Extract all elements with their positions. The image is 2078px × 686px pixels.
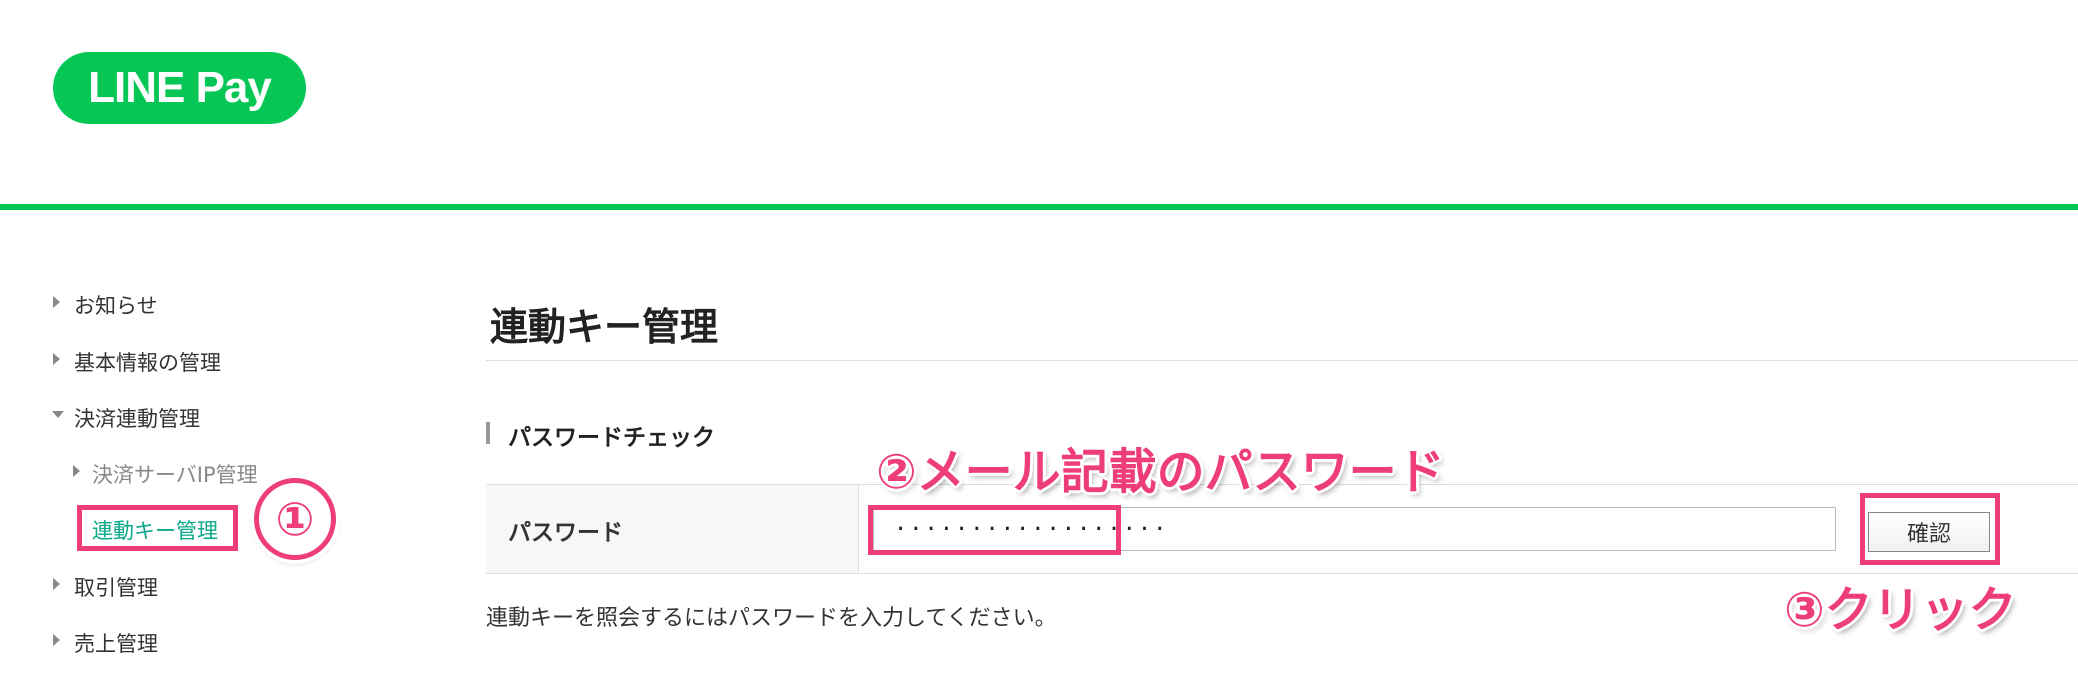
sidebar-item-sales[interactable]: 売上管理 (74, 628, 158, 658)
sidebar-item-basic-info[interactable]: 基本情報の管理 (74, 347, 221, 377)
sidebar: お知らせ 基本情報の管理 決済連動管理 決済サーバIP管理 連動キー管理 取引管… (0, 210, 470, 686)
step1-marker: ① (254, 478, 336, 560)
section-marker (486, 422, 490, 444)
caret-right-icon (53, 353, 60, 365)
caret-right-icon (53, 578, 60, 590)
caret-down-icon (52, 411, 64, 418)
caret-right-icon (53, 634, 60, 646)
caret-right-icon (53, 296, 60, 308)
header: LINE Pay (0, 0, 2078, 204)
sidebar-item-payment-integration[interactable]: 決済連動管理 (74, 403, 200, 433)
step2-highlight (868, 505, 1121, 555)
step2-annotation: ②メール記載のパスワード (876, 444, 1445, 500)
sidebar-item-notices[interactable]: お知らせ (74, 290, 158, 320)
step1-highlight (77, 505, 238, 551)
title-divider (486, 360, 2078, 361)
password-label-cell: パスワード (486, 485, 859, 573)
step3-annotation: ③クリック (1784, 582, 2017, 638)
caret-right-icon (73, 465, 80, 477)
step3-highlight (1860, 493, 2000, 565)
password-label: パスワード (508, 520, 623, 546)
sidebar-subitem-server-ip[interactable]: 決済サーバIP管理 (92, 459, 258, 489)
page-title: 連動キー管理 (490, 305, 719, 349)
sidebar-item-transactions[interactable]: 取引管理 (74, 572, 158, 602)
section-title: パスワードチェック (508, 425, 715, 451)
help-text: 連動キーを照会するにはパスワードを入力してください。 (486, 606, 1057, 631)
line-pay-logo[interactable]: LINE Pay (53, 52, 306, 124)
